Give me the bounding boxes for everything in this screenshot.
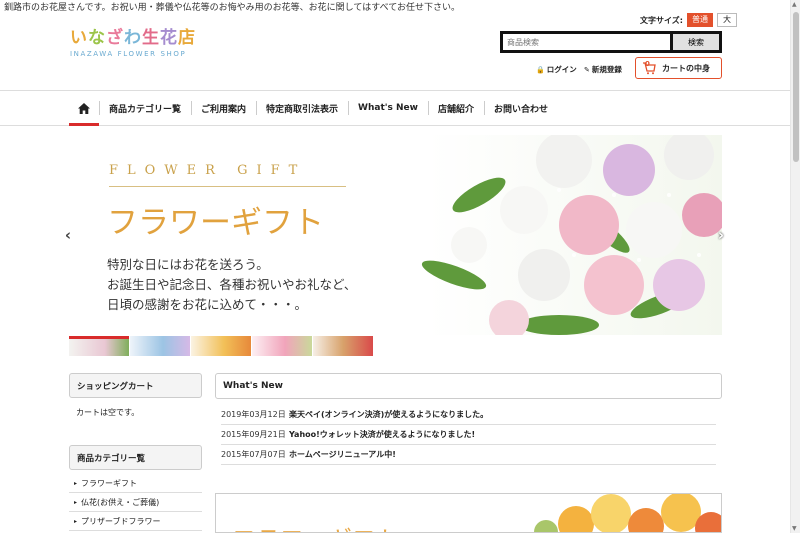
category-item[interactable]: ▸ フラワーギフト [69, 474, 202, 493]
hero-slider[interactable]: FLOWER GIFT フラワーギフト 特別な日にはお花を送ろう。 お誕生日や記… [69, 135, 722, 335]
hero-copy-line: お誕生日や記念日、各種お祝いやお礼など、 [107, 277, 357, 292]
scroll-up-arrow-icon[interactable]: ▲ [792, 1, 797, 8]
pencil-icon: ✎ [584, 65, 590, 74]
login-link[interactable]: 🔒 ログイン [536, 64, 577, 75]
nav-home[interactable] [69, 91, 99, 126]
hero-copy-line: 日頃の感謝をお花に込めて・・・。 [107, 297, 308, 312]
slider-thumbnails [69, 336, 373, 356]
category-label: プリザーブドフラワー [81, 516, 161, 526]
login-label: ログイン [546, 65, 577, 74]
slider-thumb[interactable] [69, 336, 129, 356]
triangle-right-icon: ▸ [74, 498, 78, 506]
slider-thumb[interactable] [252, 336, 312, 356]
category-list: ▸ フラワーギフト ▸ 仏花(お供え・ご葬儀) ▸ プリザーブドフラワー [69, 474, 202, 531]
category-item[interactable]: ▸ 仏花(お供え・ご葬儀) [69, 493, 202, 512]
triangle-right-icon: ▸ [74, 517, 78, 525]
search-input[interactable] [503, 34, 670, 50]
news-title: What's New [215, 373, 722, 399]
nav-categories[interactable]: 商品カテゴリー覧 [99, 91, 191, 125]
cart-widget-title: ショッピングカート [69, 373, 202, 398]
cart-count: 0 [645, 60, 650, 68]
category-widget-title: 商品カテゴリー覧 [69, 445, 202, 470]
nav-whats-new[interactable]: What's New [348, 91, 428, 125]
font-size-large-button[interactable]: 大 [716, 13, 737, 27]
news-list: 2019年03月12日 楽天ペイ(オンライン決済)が使えるようになりました。 2… [221, 405, 716, 465]
cart-empty-text: カートは空です。 [76, 408, 140, 417]
slider-thumb[interactable] [313, 336, 373, 356]
logo-text: いなざわ生花店 [70, 28, 196, 48]
search-button[interactable]: 検索 [673, 34, 719, 50]
hero-copy: 特別な日にはお花を送ろう。 お誕生日や記念日、各種お祝いやお礼など、 日頃の感謝… [107, 255, 356, 315]
register-label: 新規登録 [591, 65, 622, 74]
site-tagline: 釧路市のお花屋さんです。お祝い用・葬儀や仏花等のお悔やみ用のお花等、お花に関して… [4, 3, 460, 13]
global-nav: 商品カテゴリー覧 ご利用案内 特定商取引法表示 What's New 店舗紹介 … [0, 90, 790, 126]
search-bar: 検索 [500, 31, 722, 53]
slider-prev-arrow[interactable]: ‹ [60, 226, 76, 244]
home-icon [78, 102, 90, 114]
news-row: 2015年09月21日 Yahoo!ウォレット決済が使えるようになりました! [221, 425, 716, 445]
bouquet-image [421, 135, 722, 335]
news-row: 2019年03月12日 楽天ペイ(オンライン決済)が使えるようになりました。 [221, 405, 716, 425]
register-link[interactable]: ✎ 新規登録 [584, 64, 622, 75]
sub-banner-flowers [534, 494, 721, 532]
lock-icon: 🔒 [536, 65, 545, 74]
nav-guide[interactable]: ご利用案内 [191, 91, 256, 125]
category-label: フラワーギフト [81, 478, 138, 488]
sub-banner-title: フラワーギフト [232, 520, 400, 532]
news-date: 2015年07月07日 [221, 450, 286, 459]
hero-title: フラワーギフト [107, 205, 324, 241]
font-size-label: 文字サイズ: [640, 15, 683, 25]
category-label: 仏花(お供え・ご葬儀) [81, 497, 160, 507]
scroll-thumb[interactable] [793, 12, 799, 162]
slider-thumb[interactable] [191, 336, 251, 356]
cart-button[interactable]: 0 カートの中身 [635, 57, 722, 79]
shop-logo[interactable]: いなざわ生花店 INAZAWA FLOWER SHOP [70, 28, 196, 58]
font-size-normal-button[interactable]: 普通 [686, 13, 713, 27]
news-link[interactable]: ホームページリニューアル中! [289, 449, 396, 460]
nav-contact[interactable]: お問い合わせ [483, 91, 558, 125]
news-row: 2015年07月07日 ホームページリニューアル中! [221, 445, 716, 465]
cart-label: カートの中身 [662, 63, 710, 73]
scroll-down-arrow-icon[interactable]: ▼ [792, 525, 797, 532]
hero-copy-line: 特別な日にはお花を送ろう。 [107, 257, 269, 272]
nav-shop-info[interactable]: 店舗紹介 [427, 91, 484, 125]
page-scrollbar[interactable]: ▲ ▼ [790, 0, 800, 533]
flower-gift-banner[interactable]: フラワーギフト [215, 493, 722, 533]
cart-icon: 0 [642, 60, 656, 75]
slider-next-arrow[interactable]: › [713, 226, 729, 244]
font-size-switcher: 文字サイズ: 普通 大 [640, 13, 737, 27]
nav-legal[interactable]: 特定商取引法表示 [256, 91, 348, 125]
news-link[interactable]: 楽天ペイ(オンライン決済)が使えるようになりました。 [289, 409, 488, 420]
news-date: 2019年03月12日 [221, 410, 286, 419]
logo-subtext: INAZAWA FLOWER SHOP [70, 50, 187, 58]
slider-thumb[interactable] [130, 336, 190, 356]
hero-divider [109, 186, 346, 187]
hero-en-title: FLOWER GIFT [109, 163, 307, 178]
category-item[interactable]: ▸ プリザーブドフラワー [69, 512, 202, 531]
triangle-right-icon: ▸ [74, 479, 78, 487]
news-link[interactable]: Yahoo!ウォレット決済が使えるようになりました! [289, 429, 475, 440]
news-date: 2015年09月21日 [221, 430, 286, 439]
